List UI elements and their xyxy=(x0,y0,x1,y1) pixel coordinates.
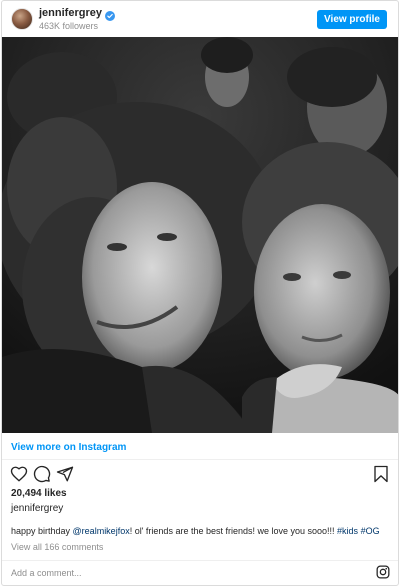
action-bar xyxy=(10,465,74,483)
username-row: jennifergrey xyxy=(39,7,115,21)
comment-icon[interactable] xyxy=(33,465,51,483)
instagram-embed-card: jennifergrey 463K followers View profile xyxy=(1,0,399,586)
view-profile-button[interactable]: View profile xyxy=(317,10,387,29)
add-comment-input[interactable] xyxy=(11,565,331,581)
follower-count: 463K followers xyxy=(39,21,99,31)
username[interactable]: jennifergrey xyxy=(39,7,102,19)
like-count[interactable]: 20,494 likes xyxy=(11,488,67,500)
bookmark-icon[interactable] xyxy=(373,465,389,483)
instagram-logo-icon[interactable] xyxy=(376,565,390,579)
post-header: jennifergrey 463K followers View profile xyxy=(2,1,398,37)
verified-badge-icon xyxy=(104,8,115,21)
profile-avatar[interactable] xyxy=(11,8,33,30)
caption-hashtag-link[interactable]: #kids xyxy=(337,526,358,536)
caption-hashtag-link[interactable]: #OG xyxy=(361,526,380,536)
post-photo[interactable] xyxy=(2,37,398,433)
divider xyxy=(2,560,398,561)
caption-mention-link[interactable]: @realmikejfox xyxy=(73,526,130,536)
post-caption: happy birthday @realmikejfox! ol' friend… xyxy=(11,525,391,537)
caption-text: ! ol' friends are the best friends! we l… xyxy=(129,526,338,536)
divider xyxy=(2,459,398,460)
share-icon[interactable] xyxy=(56,465,74,483)
user-info: jennifergrey 463K followers xyxy=(39,7,115,32)
view-more-on-instagram-link[interactable]: View more on Instagram xyxy=(11,441,126,455)
view-all-comments-link[interactable]: View all 166 comments xyxy=(11,541,103,553)
heart-icon[interactable] xyxy=(10,465,28,483)
caption-text: happy birthday xyxy=(11,526,73,536)
post-owner-username[interactable]: jennifergrey xyxy=(11,503,63,515)
